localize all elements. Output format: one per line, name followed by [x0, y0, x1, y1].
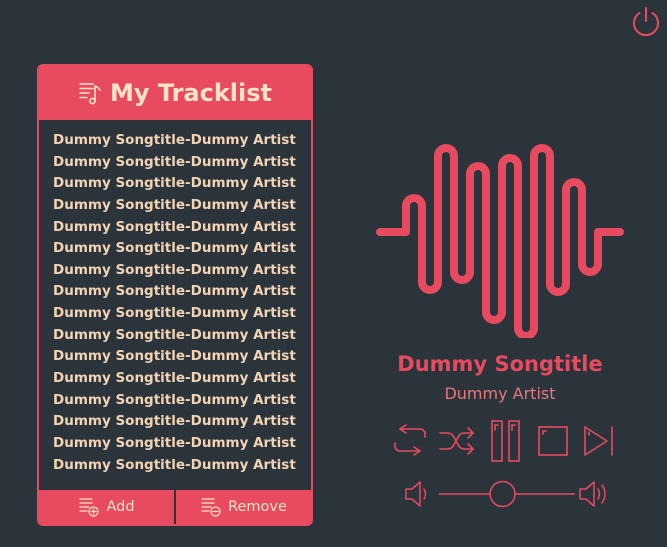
- now-playing-artist: Dummy Artist: [444, 384, 556, 403]
- stop-icon[interactable]: [536, 424, 570, 458]
- track-list-item[interactable]: Dummy Songtitle-Dummy Artist: [53, 346, 303, 368]
- track-list-item[interactable]: Dummy Songtitle-Dummy Artist: [53, 152, 303, 174]
- sound-wave-icon: [376, 144, 624, 338]
- tracklist-title: My Tracklist: [109, 79, 273, 107]
- track-list-item[interactable]: Dummy Songtitle-Dummy Artist: [53, 325, 303, 347]
- repeat-icon[interactable]: [392, 423, 428, 457]
- playlist-add-icon: [79, 498, 100, 517]
- pause-icon[interactable]: [489, 418, 523, 464]
- volume-slider-knob[interactable]: [489, 480, 516, 508]
- add-label: Add: [106, 499, 135, 515]
- track-list-item[interactable]: Dummy Songtitle-Dummy Artist: [53, 455, 303, 477]
- tracklist-panel: My Tracklist Dummy Songtitle-Dummy Artis…: [37, 64, 313, 526]
- track-list-item[interactable]: Dummy Songtitle-Dummy Artist: [53, 238, 303, 260]
- remove-label: Remove: [228, 499, 287, 515]
- tracklist-footer: Add Remove: [39, 490, 311, 524]
- volume-down-icon[interactable]: [405, 481, 427, 507]
- playlist-remove-icon: [201, 498, 221, 517]
- shuffle-icon[interactable]: [438, 425, 476, 457]
- skip-next-icon[interactable]: [581, 423, 615, 459]
- track-list-item[interactable]: Dummy Songtitle-Dummy Artist: [53, 433, 303, 455]
- track-list-item[interactable]: Dummy Songtitle-Dummy Artist: [53, 217, 303, 239]
- track-list-item[interactable]: Dummy Songtitle-Dummy Artist: [53, 368, 303, 390]
- track-list-item[interactable]: Dummy Songtitle-Dummy Artist: [53, 260, 303, 282]
- playlist-icon: [79, 83, 101, 105]
- track-list-item[interactable]: Dummy Songtitle-Dummy Artist: [53, 303, 303, 325]
- tracklist-header: My Tracklist: [39, 66, 311, 120]
- track-list-item[interactable]: Dummy Songtitle-Dummy Artist: [53, 173, 303, 195]
- track-list: Dummy Songtitle-Dummy Artist Dummy Songti…: [53, 130, 303, 476]
- track-list-item[interactable]: Dummy Songtitle-Dummy Artist: [53, 130, 303, 152]
- remove-track-button[interactable]: Remove: [176, 490, 311, 524]
- volume-control: [405, 480, 606, 508]
- volume-up-icon[interactable]: [579, 481, 606, 507]
- now-playing-title: Dummy Songtitle: [397, 352, 603, 376]
- power-icon[interactable]: [628, 4, 664, 40]
- add-track-button[interactable]: Add: [39, 490, 174, 524]
- track-list-item[interactable]: Dummy Songtitle-Dummy Artist: [53, 411, 303, 433]
- track-list-item[interactable]: Dummy Songtitle-Dummy Artist: [53, 390, 303, 412]
- track-list-item[interactable]: Dummy Songtitle-Dummy Artist: [53, 281, 303, 303]
- track-list-item[interactable]: Dummy Songtitle-Dummy Artist: [53, 195, 303, 217]
